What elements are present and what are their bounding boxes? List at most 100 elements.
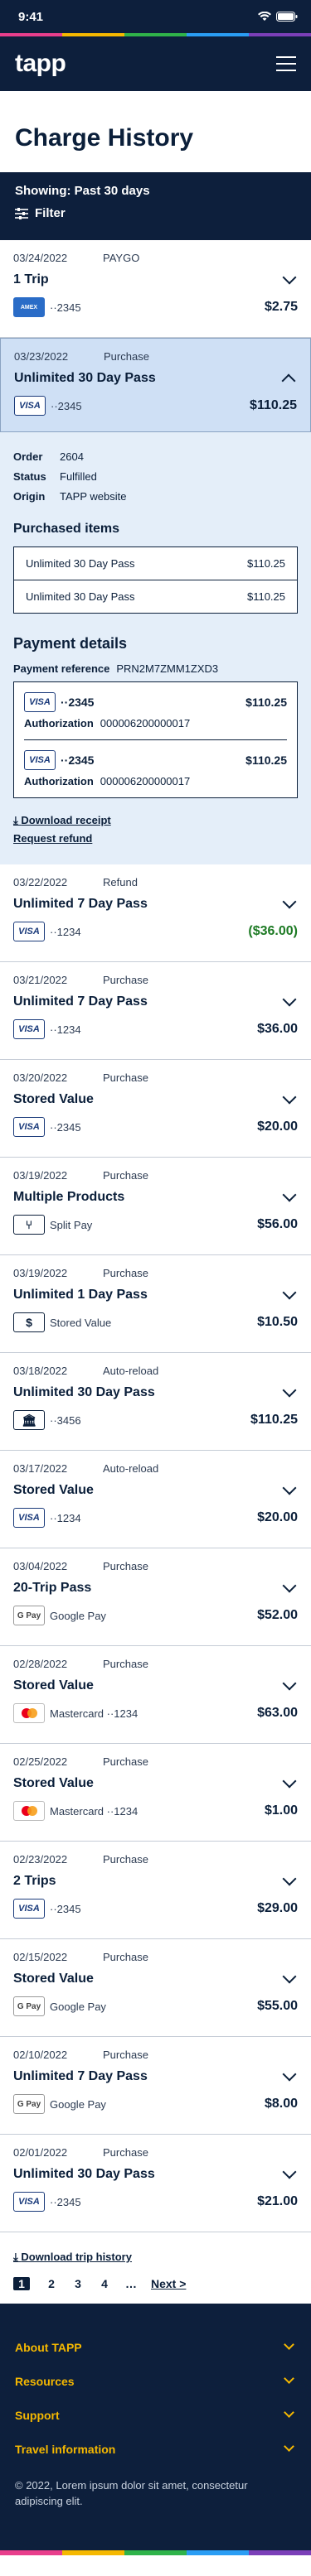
filter-summary: Showing: Past 30 days	[15, 184, 150, 198]
chevron-down-icon[interactable]	[282, 1090, 297, 1105]
charge-row[interactable]: 03/04/2022 Purchase 20-Trip Pass G Pay Googl…	[0, 1548, 311, 1646]
charge-row[interactable]: 02/23/2022 Purchase 2 Trips VISA ··2345 $29.0…	[0, 1842, 311, 1939]
charge-date: 03/19/2022	[13, 1267, 68, 1279]
download-trip-history-link[interactable]: ⤓ Download trip history	[13, 2251, 132, 2263]
charge-row[interactable]: 02/25/2022 Purchase Stored Value Mastercard…	[0, 1744, 311, 1842]
charge-row[interactable]: 03/24/2022 PAYGO 1 Trip AMEX ··2345 $2.75	[0, 240, 311, 338]
chevron-down-icon[interactable]	[282, 1871, 297, 1886]
chevron-down-icon	[284, 2441, 294, 2452]
charge-amount: $20.00	[257, 1510, 298, 1524]
charge-list: 03/22/2022 Refund Unlimited 7 Day Pass VISA…	[0, 864, 311, 2232]
status-icons	[258, 12, 298, 22]
charge-row[interactable]: 03/18/2022 Auto-reload Unlimited 30 Day Pa…	[0, 1353, 311, 1451]
page-1-link[interactable]: 1	[13, 2277, 30, 2290]
chevron-up-icon[interactable]	[281, 373, 296, 388]
chevron-down-icon[interactable]	[282, 1969, 297, 1984]
chevron-down-icon[interactable]	[282, 1285, 297, 1300]
page-4-link[interactable]: 4	[91, 2277, 118, 2290]
purchased-item: Unlimited 30 Day Pass $110.25	[14, 580, 297, 613]
charge-type: Purchase	[103, 1853, 148, 1866]
chevron-down-icon[interactable]	[282, 1383, 297, 1398]
charge-date: 02/28/2022	[13, 1658, 68, 1670]
charge-type: Purchase	[103, 1071, 148, 1084]
charge-date: 03/22/2022	[13, 876, 68, 888]
payment-amount: $110.25	[245, 754, 287, 767]
charge-date: 03/04/2022	[13, 1560, 68, 1572]
footer: About TAPP Resources Support Travel informa…	[0, 2304, 311, 2550]
chevron-down-icon[interactable]	[282, 1187, 297, 1202]
charge-amount: $1.00	[264, 1803, 298, 1818]
charge-type: Purchase	[103, 2146, 148, 2159]
chevron-down-icon[interactable]	[282, 1676, 297, 1691]
charge-title: 1 Trip	[13, 272, 49, 286]
charge-row[interactable]: 03/19/2022 Purchase Unlimited 1 Day Pass $ S…	[0, 1255, 311, 1353]
chevron-down-icon[interactable]	[282, 1481, 297, 1495]
charge-row[interactable]: 03/17/2022 Auto-reload Stored Value VISA ··1…	[0, 1451, 311, 1548]
charge-row[interactable]: 02/28/2022 Purchase Stored Value Mastercard…	[0, 1646, 311, 1744]
charge-type: PAYGO	[103, 252, 140, 264]
charge-date: 02/10/2022	[13, 2049, 68, 2061]
charge-title: 20-Trip Pass	[13, 1581, 92, 1595]
copyright: © 2022, Lorem ipsum dolor sit amet, cons…	[15, 2479, 248, 2507]
chevron-down-icon[interactable]	[282, 2067, 297, 2082]
payment-methods-list: VISA ··2345 $110.25 Authorization 0000062000…	[13, 681, 298, 798]
payment-method: Google Pay	[50, 1609, 106, 1622]
charge-title: Unlimited 7 Day Pass	[13, 897, 148, 911]
footer-section-label: Travel information	[15, 2442, 116, 2456]
chevron-down-icon[interactable]	[282, 1578, 297, 1593]
payment-method: Google Pay	[50, 2097, 106, 2111]
charge-row[interactable]: 02/01/2022 Purchase Unlimited 30 Day Pass V…	[0, 2135, 311, 2232]
chevron-down-icon[interactable]	[282, 992, 297, 1007]
footer-section-travel-information[interactable]: Travel information	[15, 2432, 296, 2466]
chevron-down-icon[interactable]	[282, 270, 297, 285]
request-refund-link[interactable]: Request refund	[13, 830, 298, 848]
visa-card-icon: VISA	[24, 692, 56, 712]
payment-method: Mastercard ··1234	[50, 1804, 138, 1818]
charge-type: Auto-reload	[103, 1462, 159, 1475]
payment-method: ··2345	[51, 399, 82, 412]
sv-payment-icon: $	[13, 1312, 45, 1332]
charge-amount: $110.25	[250, 1413, 298, 1427]
next-page-link[interactable]: Next >	[151, 2277, 186, 2290]
charge-row-expanded[interactable]: 03/23/2022 Purchase Unlimited 30 Day Pass…	[0, 338, 311, 432]
status-bar: 9:41	[0, 0, 311, 33]
charge-type: Purchase	[103, 1658, 148, 1670]
footer-section-about-tapp[interactable]: About TAPP	[15, 2330, 296, 2364]
charge-row[interactable]: 02/10/2022 Purchase Unlimited 7 Day Pass G …	[0, 2037, 311, 2135]
charge-row[interactable]: 03/19/2022 Purchase Multiple Products ⑂ Spli…	[0, 1158, 311, 1255]
card-last4: ··2345	[61, 754, 95, 767]
charge-row[interactable]: 03/21/2022 Purchase Unlimited 7 Day Pass VI…	[0, 962, 311, 1060]
payment-method: Google Pay	[50, 2000, 106, 2013]
chevron-down-icon[interactable]	[282, 1774, 297, 1789]
charge-amount: $29.00	[257, 1901, 298, 1915]
charge-type: Refund	[103, 876, 138, 888]
receipt-links: ⤓ Download receipt Request refund	[13, 811, 298, 848]
charge-title: Unlimited 7 Day Pass	[13, 994, 148, 1009]
charge-title: Stored Value	[13, 1483, 94, 1497]
gpay-payment-icon: G Pay	[13, 1606, 45, 1625]
visa-payment-icon: VISA	[13, 1117, 45, 1137]
chevron-down-icon[interactable]	[282, 894, 297, 909]
visa-payment-icon: VISA	[13, 1019, 45, 1039]
page-3-link[interactable]: 3	[65, 2277, 91, 2290]
tapp-logo[interactable]: tapp	[15, 50, 66, 78]
footer-section-support[interactable]: Support	[15, 2398, 296, 2432]
chevron-down-icon[interactable]	[282, 2164, 297, 2179]
authorization: Authorization 000006200000017	[24, 775, 191, 787]
footer-section-resources[interactable]: Resources	[15, 2364, 296, 2398]
charge-row[interactable]: 03/20/2022 Purchase Stored Value VISA ··2345…	[0, 1060, 311, 1158]
charge-row[interactable]: 02/15/2022 Purchase Stored Value G Pay Googl…	[0, 1939, 311, 2037]
chevron-down-icon	[284, 2373, 294, 2384]
item-name: Unlimited 30 Day Pass	[26, 557, 135, 570]
filter-button[interactable]: Filter	[15, 206, 296, 220]
download-receipt-link[interactable]: ⤓ Download receipt	[13, 811, 298, 830]
charge-row[interactable]: 03/22/2022 Refund Unlimited 7 Day Pass VISA…	[0, 864, 311, 962]
payment-method: ··1234	[50, 1023, 81, 1036]
charge-title: Stored Value	[13, 1678, 94, 1692]
payment-method: ··3456	[50, 1413, 81, 1427]
menu-icon[interactable]	[276, 56, 296, 71]
mc-payment-icon	[13, 1801, 45, 1821]
page-2-link[interactable]: 2	[38, 2277, 65, 2290]
item-price: $110.25	[246, 590, 285, 603]
download-trip-history: ⤓ Download trip history	[0, 2232, 311, 2272]
